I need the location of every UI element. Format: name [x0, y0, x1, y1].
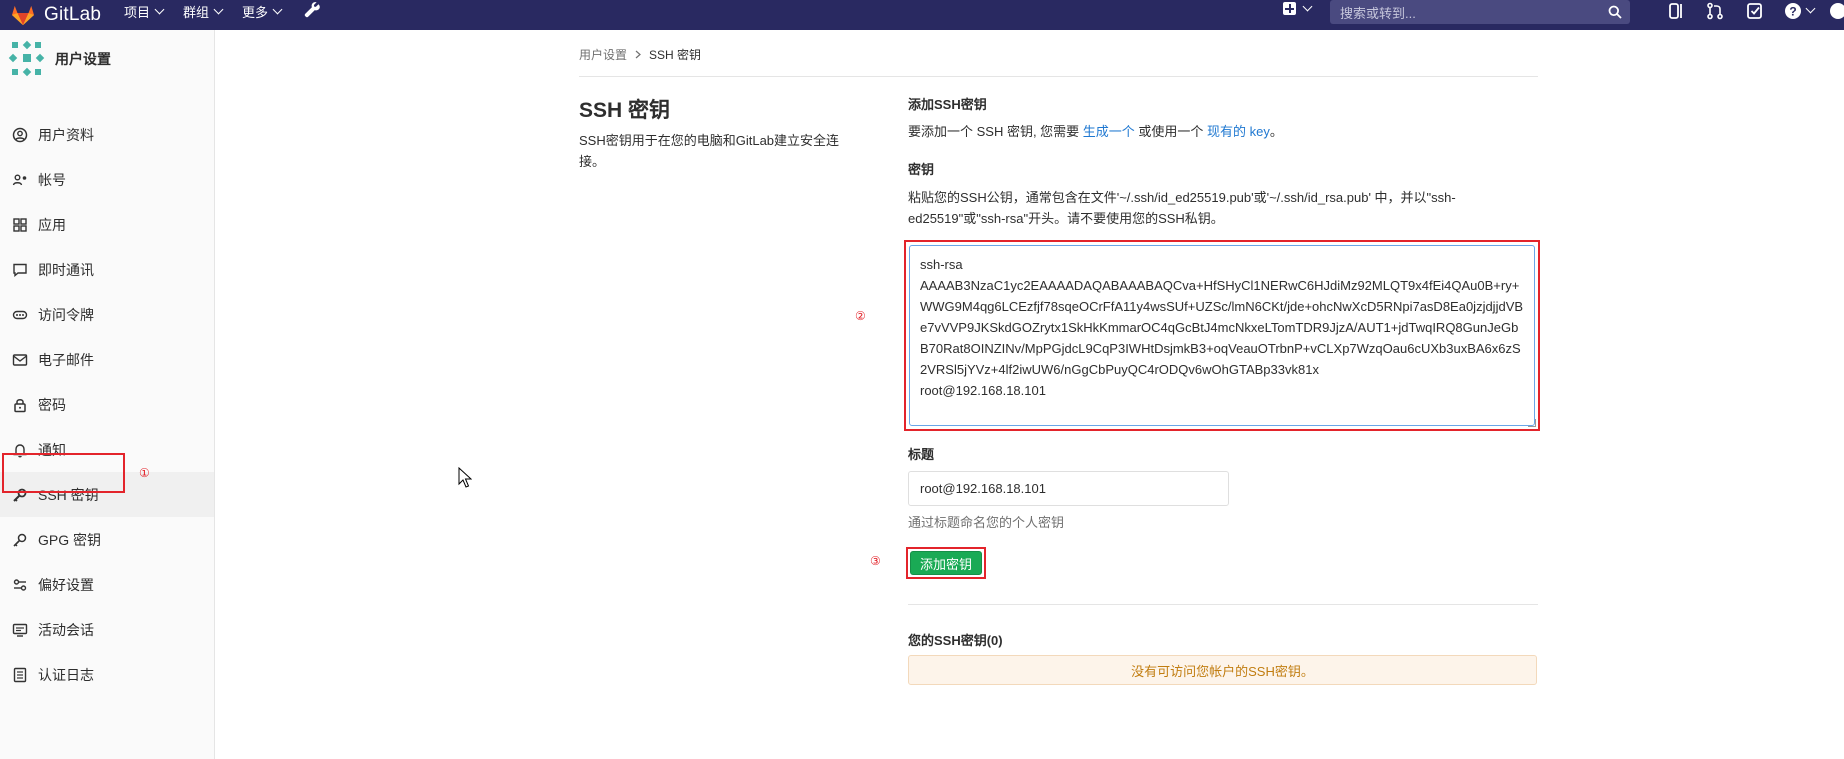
preferences-icon [13, 578, 27, 591]
sidebar-item-access-tokens[interactable]: 访问令牌 [0, 292, 214, 337]
user-avatar[interactable] [1828, 2, 1844, 20]
menu-groups[interactable]: 群组 [183, 2, 224, 21]
issues-icon[interactable] [1668, 2, 1686, 20]
plus-square-icon [1283, 2, 1296, 15]
gitlab-tanuki-icon [12, 5, 34, 26]
page-description: SSH密钥用于在您的电脑和GitLab建立安全连接。 [579, 133, 840, 169]
title-hint: 通过标题命名您的个人密钥 [908, 515, 1065, 530]
intro-text: 或使用一个 [1134, 124, 1208, 139]
sidebar-item-label: 应用 [38, 216, 66, 233]
chevron-down-icon [154, 4, 165, 14]
sidebar-header[interactable]: 用户设置 [8, 40, 111, 77]
sidebar-item-password[interactable]: 密码 [0, 382, 214, 427]
annotation-marker-2: ② [855, 309, 866, 323]
empty-keys-notice: 没有可访问您帐户的SSH密钥。 [908, 655, 1537, 685]
menu-more-label: 更多 [242, 4, 269, 20]
page-title: SSH 密钥 [579, 99, 671, 122]
intro-text: 要添加一个 SSH 密钥, 您需要 [908, 124, 1083, 139]
mouse-pointer-icon [458, 467, 472, 488]
sidebar-item-label: 帐号 [38, 171, 66, 188]
search-input[interactable]: 搜索或转到... [1330, 0, 1630, 24]
sidebar-item-chat[interactable]: 即时通讯 [0, 247, 214, 292]
applications-grid-icon [13, 217, 27, 232]
help-icon[interactable]: ? [1784, 2, 1802, 20]
sidebar-item-label: 密码 [38, 396, 66, 413]
sidebar-item-gpg-keys[interactable]: GPG 密钥 [0, 517, 214, 562]
sidebar-item-active-sessions[interactable]: 活动会话 [0, 607, 214, 652]
chat-bubble-icon [13, 263, 27, 277]
monitor-icon [12, 623, 28, 637]
key-icon [13, 533, 27, 547]
chevron-down-icon [272, 4, 283, 14]
annotation-box-add-button: 添加密钥 [906, 547, 986, 579]
lock-icon [14, 398, 26, 412]
key-label: 密钥 [908, 162, 935, 177]
user-identicon-avatar [8, 40, 45, 77]
mail-icon [12, 353, 28, 366]
svg-text:?: ? [1789, 5, 1796, 19]
chevron-down-icon [213, 4, 224, 14]
key-help-text: 粘贴您的SSH公钥，通常包含在文件'~/.ssh/id_ed25519.pub'… [908, 190, 1456, 226]
sidebar-item-emails[interactable]: 电子邮件 [0, 337, 214, 382]
merge-request-icon[interactable] [1706, 2, 1724, 20]
generate-key-link[interactable]: 生成一个 [1083, 124, 1135, 139]
chevron-right-icon [635, 50, 641, 59]
sidebar-item-label: 活动会话 [38, 621, 94, 638]
title-label: 标题 [908, 447, 935, 462]
menu-projects[interactable]: 项目 [124, 2, 165, 21]
sidebar-item-label: 电子邮件 [38, 351, 94, 368]
sidebar-item-preferences[interactable]: 偏好设置 [0, 562, 214, 607]
user-circle-icon [12, 127, 28, 142]
sidebar-item-profile[interactable]: 用户资料 [0, 112, 214, 157]
menu-projects-label: 项目 [124, 4, 151, 20]
annotation-box-ssh-keys [2, 453, 125, 493]
sidebar-item-label: GPG 密钥 [38, 531, 102, 548]
settings-sidebar: 用户设置 用户资料 帐号 应用 即时通讯 访问令牌 电子邮件 密码 通知 SSH… [0, 30, 215, 759]
brand-name: GitLab [44, 4, 102, 25]
top-navbar: GitLab 项目 群组 更多 搜索或转到... ? [0, 0, 1844, 30]
sidebar-item-label: 认证日志 [38, 666, 94, 683]
sidebar-item-label: 用户资料 [38, 126, 94, 143]
log-list-icon [13, 667, 27, 682]
sidebar-title: 用户设置 [55, 50, 111, 67]
section-divider [908, 604, 1538, 605]
add-ssh-key-intro: 要添加一个 SSH 密钥, 您需要 生成一个 或使用一个 现有的 key。 [908, 121, 1538, 140]
menu-more[interactable]: 更多 [242, 2, 283, 21]
breadcrumb-parent[interactable]: 用户设置 [579, 46, 627, 63]
add-key-button[interactable]: 添加密钥 [910, 551, 982, 575]
breadcrumb-divider [579, 76, 1538, 77]
intro-text: 。 [1269, 124, 1283, 139]
key-textarea[interactable]: ssh-rsa AAAAB3NzaC1yc2EAAAADAQABAAABAQCv… [909, 245, 1535, 426]
your-ssh-keys-heading: 您的SSH密钥(0) [908, 633, 1003, 648]
gitlab-logo-link[interactable]: GitLab [10, 0, 101, 30]
chevron-down-icon [1302, 1, 1313, 12]
token-icon [12, 310, 28, 319]
chevron-down-icon[interactable] [1805, 3, 1816, 14]
account-gear-icon [12, 174, 27, 185]
annotation-marker-3: ③ [870, 554, 881, 568]
sidebar-item-label: 访问令牌 [38, 306, 94, 323]
admin-wrench-icon[interactable] [303, 1, 321, 19]
annotation-box-key-textarea: ssh-rsa AAAAB3NzaC1yc2EAAAADAQABAAABAQCv… [904, 240, 1540, 431]
title-input[interactable]: root@192.168.18.101 [908, 471, 1229, 506]
add-ssh-key-heading: 添加SSH密钥 [908, 97, 987, 112]
sidebar-item-auth-log[interactable]: 认证日志 [0, 652, 214, 697]
sidebar-item-label: 即时通讯 [38, 261, 94, 278]
sidebar-item-applications[interactable]: 应用 [0, 202, 214, 247]
annotation-marker-1: ① [139, 466, 150, 480]
sidebar-item-label: 偏好设置 [38, 576, 94, 593]
search-icon [1608, 5, 1622, 19]
breadcrumb-current[interactable]: SSH 密钥 [649, 46, 701, 63]
resize-handle-icon[interactable] [1528, 419, 1536, 427]
existing-key-link[interactable]: 现有的 key [1207, 124, 1270, 139]
new-dropdown[interactable] [1283, 1, 1313, 15]
breadcrumb: 用户设置 SSH 密钥 [579, 46, 701, 63]
menu-groups-label: 群组 [183, 4, 210, 20]
todos-icon[interactable] [1746, 2, 1764, 20]
sidebar-item-account[interactable]: 帐号 [0, 157, 214, 202]
search-placeholder: 搜索或转到... [1340, 5, 1416, 21]
